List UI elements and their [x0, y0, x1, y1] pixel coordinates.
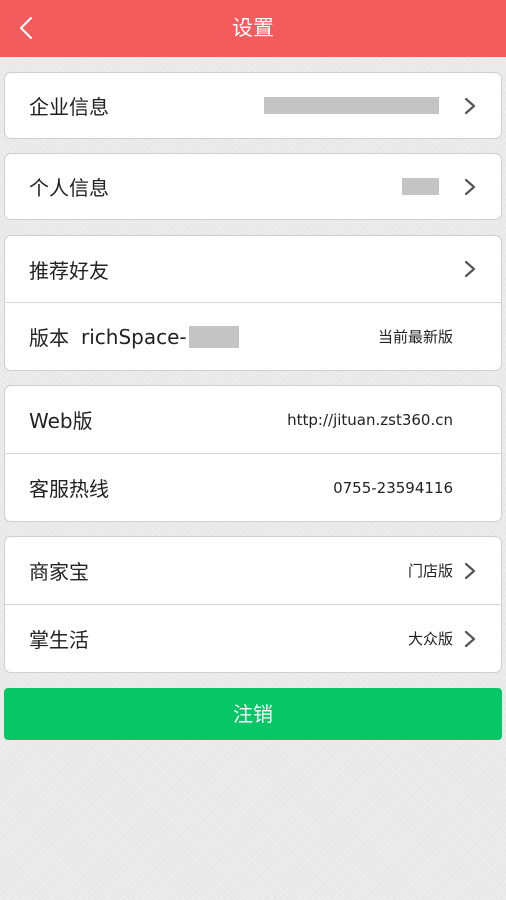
chevron-right-icon	[464, 178, 476, 195]
hotline-label: 客服热线	[29, 477, 109, 501]
chevron-right-icon	[464, 97, 476, 114]
version-row: 版本 richSpace- 当前最新版	[5, 302, 501, 370]
hotline-number[interactable]: 0755-23594116	[333, 479, 453, 497]
personal-info-redacted-value	[402, 178, 439, 195]
life-label: 掌生活	[29, 628, 89, 652]
chevron-right-icon	[464, 562, 476, 579]
hotline-row[interactable]: 客服热线 0755-23594116	[5, 453, 501, 521]
merchant-edition: 门店版	[407, 562, 453, 580]
personal-info-row[interactable]: 个人信息	[5, 154, 501, 219]
card-recommend-version: 推荐好友 版本 richSpace- 当前最新版	[4, 235, 502, 371]
recommend-friends-row[interactable]: 推荐好友	[5, 236, 501, 302]
card-company: 企业信息	[4, 72, 502, 139]
version-status: 当前最新版	[377, 328, 453, 346]
recommend-friends-label: 推荐好友	[29, 258, 109, 283]
version-label: 版本	[29, 326, 69, 350]
card-web-hotline: Web版 http://jituan.zst360.cn 客服热线 0755-2…	[4, 385, 502, 522]
life-row[interactable]: 掌生活 大众版	[5, 604, 501, 672]
web-version-row[interactable]: Web版 http://jituan.zst360.cn	[5, 386, 501, 453]
chevron-right-icon	[464, 260, 476, 278]
version-app-name: richSpace-	[81, 324, 187, 349]
company-info-redacted-value	[264, 97, 439, 114]
logout-button[interactable]: 注销	[4, 688, 502, 740]
web-version-label: Web版	[29, 409, 93, 433]
version-label-group: 版本 richSpace-	[29, 322, 239, 351]
card-apps: 商家宝 门店版 掌生活 大众版	[4, 536, 502, 673]
merchant-label: 商家宝	[29, 560, 89, 584]
header-bar: 设置	[0, 0, 506, 57]
company-info-label: 企业信息	[29, 95, 109, 119]
company-info-row[interactable]: 企业信息	[5, 73, 501, 138]
chevron-right-icon	[464, 630, 476, 647]
personal-info-label: 个人信息	[29, 176, 109, 200]
web-version-url[interactable]: http://jituan.zst360.cn	[287, 411, 453, 429]
card-personal: 个人信息	[4, 153, 502, 220]
life-edition: 大众版	[407, 630, 453, 648]
merchant-row[interactable]: 商家宝 门店版	[5, 537, 501, 604]
page-title: 设置	[232, 16, 274, 40]
version-number-redacted	[188, 325, 239, 348]
